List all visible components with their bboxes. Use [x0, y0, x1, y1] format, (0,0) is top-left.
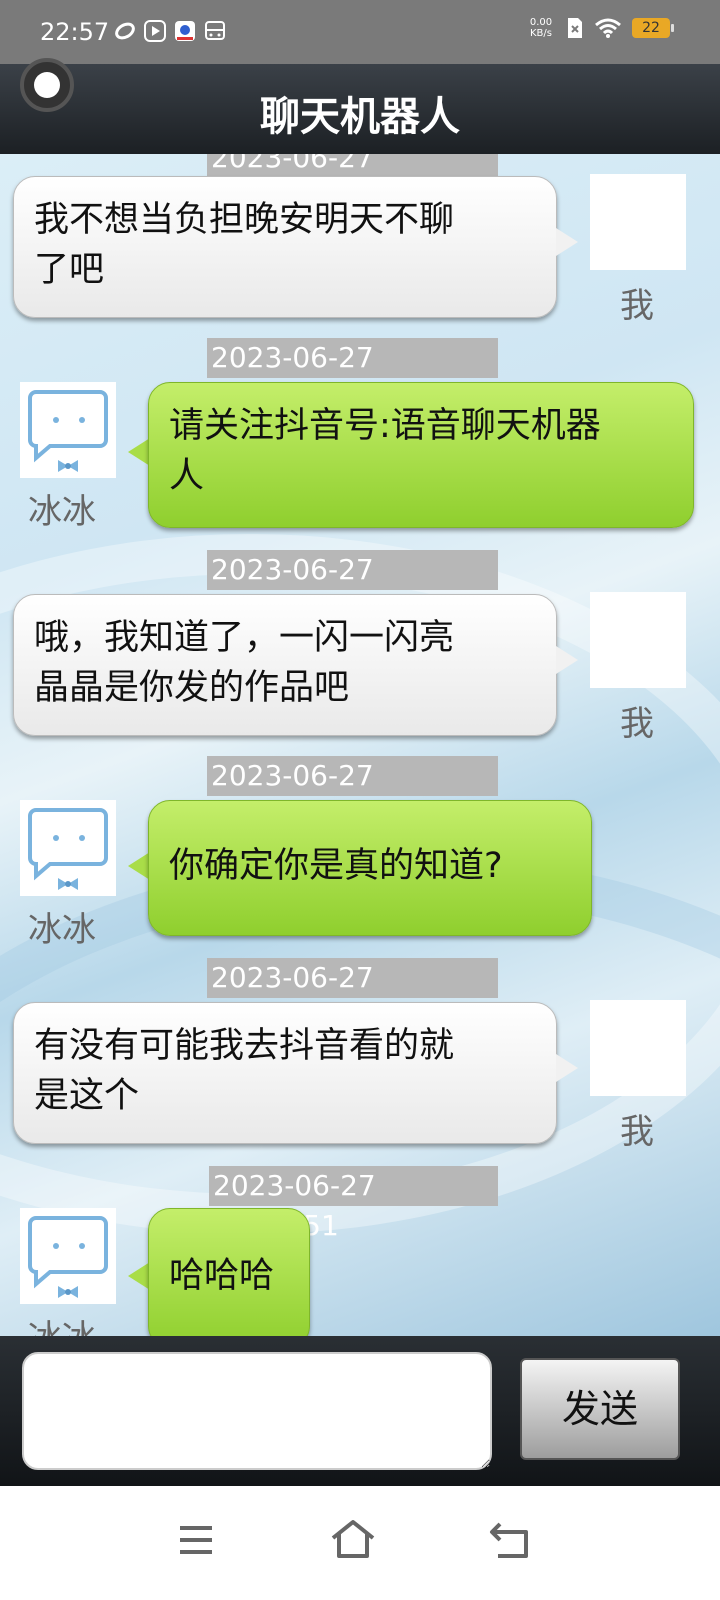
sender-name: 冰冰 — [28, 910, 96, 950]
bubble-tail — [556, 1054, 578, 1082]
baidu-icon — [175, 21, 195, 41]
status-time: 22:57 — [40, 18, 110, 46]
net-speed-value: 0.00 — [529, 17, 553, 28]
user-avatar[interactable] — [590, 1000, 686, 1096]
bot-avatar[interactable] — [20, 1208, 116, 1304]
message-input[interactable] — [22, 1352, 492, 1470]
message-timestamp: 2023-06-27 22:55:51 — [209, 1166, 498, 1242]
sender-name: 我 — [620, 704, 654, 744]
message-timestamp: 2023-06-27 22:55:49 — [207, 958, 498, 1034]
robot-face-icon — [28, 808, 108, 890]
bus-icon — [205, 21, 225, 40]
message-timestamp: 2023-06-27 22:33:56 — [207, 338, 498, 414]
message-text-line: 人 — [169, 456, 205, 496]
sender-name: 冰冰 — [28, 492, 96, 532]
message-bubble-bot[interactable]: 哈哈哈 — [148, 1208, 310, 1336]
chat-area[interactable]: 2023-06-27 22:33:54 我不想当负担晚安明天不聊 了吧 我 20… — [0, 154, 720, 1336]
message-text-line: 哈哈哈 — [169, 1256, 275, 1296]
message-timestamp: 2023-06-27 22:55:08 — [207, 756, 498, 832]
message-timestamp: 2023-06-27 22:55:05 — [207, 550, 498, 626]
message-bubble-me[interactable]: 哦，我知道了，一闪一闪亮 晶晶是你发的作品吧 — [13, 594, 557, 736]
sender-name: 冰冰 — [28, 1310, 96, 1336]
status-right: 0.00 KB/s 22 — [526, 16, 674, 40]
page-title: 聊天机器人 — [260, 94, 460, 140]
system-nav-bar — [0, 1486, 720, 1600]
link-icon — [115, 22, 135, 40]
bubble-tail — [128, 438, 150, 466]
title-bar: 聊天机器人 — [0, 64, 720, 154]
user-avatar[interactable] — [590, 592, 686, 688]
message-text-line: 了吧 — [34, 250, 105, 290]
back-icon[interactable] — [480, 1510, 540, 1570]
message-bubble-bot[interactable]: 请关注抖音号:语音聊天机器 人 — [148, 382, 694, 528]
message-text-line: 晶晶是你发的作品吧 — [34, 668, 350, 708]
sim-off-icon — [568, 18, 582, 38]
message-bubble-bot[interactable]: 你确定你是真的知道? — [148, 800, 592, 936]
composer-bar: 发送 — [0, 1336, 720, 1486]
message-text-line: 你确定你是真的知道? — [169, 846, 503, 886]
message-timestamp: 2023-06-27 22:33:54 — [207, 154, 498, 214]
bot-avatar[interactable] — [20, 382, 116, 478]
bubble-tail — [556, 646, 578, 674]
net-speed: 0.00 KB/s — [526, 17, 556, 39]
menu-icon[interactable] — [166, 1510, 226, 1570]
robot-face-icon — [28, 1216, 108, 1298]
sender-name: 我 — [620, 286, 654, 326]
robot-face-icon — [28, 390, 108, 472]
bubble-tail — [128, 1262, 150, 1290]
user-avatar[interactable] — [590, 174, 686, 270]
net-speed-unit: KB/s — [530, 28, 552, 39]
message-text-line: 是这个 — [34, 1076, 140, 1116]
play-icon — [144, 20, 166, 42]
bubble-tail — [556, 228, 578, 256]
sender-name: 我 — [620, 1112, 654, 1152]
bot-avatar[interactable] — [20, 800, 116, 896]
message-text-line: 有没有可能我去抖音看的就 — [34, 1026, 455, 1066]
wifi-icon — [595, 18, 621, 38]
message-bubble-me[interactable]: 我不想当负担晚安明天不聊 了吧 — [13, 176, 557, 318]
status-bar: 22:57 0.00 KB/s 22 — [0, 0, 720, 64]
message-text-line: 请关注抖音号:语音聊天机器 — [169, 406, 601, 446]
notification-icons — [114, 20, 226, 42]
bubble-tail — [128, 852, 150, 880]
message-text-line: 哦，我知道了，一闪一闪亮 — [34, 618, 455, 658]
message-text-line: 我不想当负担晚安明天不聊 — [34, 200, 455, 240]
message-bubble-me[interactable]: 有没有可能我去抖音看的就 是这个 — [13, 1002, 557, 1144]
home-icon[interactable] — [323, 1510, 383, 1570]
battery-indicator: 22 — [632, 18, 674, 38]
floating-ball-button[interactable] — [20, 58, 74, 112]
send-button[interactable]: 发送 — [520, 1358, 680, 1460]
